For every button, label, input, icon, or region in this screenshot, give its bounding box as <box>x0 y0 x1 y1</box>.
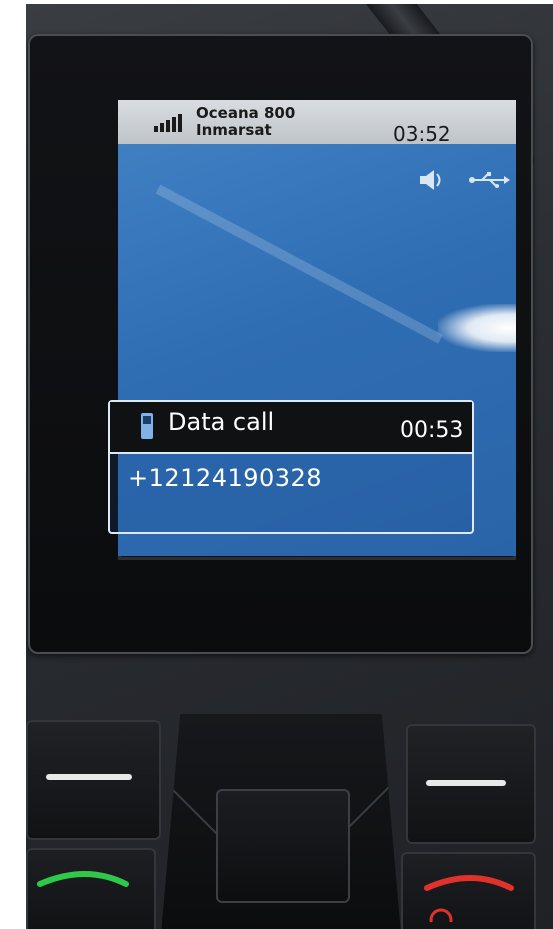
right-soft-key-mark <box>426 780 506 786</box>
call-duration: 00:53 <box>400 418 464 443</box>
phone-photo: Oceana 800 Inmarsat 03:52 Data call 00:5… <box>26 4 553 929</box>
keypad <box>26 704 553 929</box>
left-soft-key-mark <box>46 774 132 780</box>
call-icon <box>37 871 129 887</box>
left-soft-key[interactable] <box>26 720 161 840</box>
call-panel: Data call 00:53 +12124190328 <box>108 400 474 534</box>
light-glare <box>438 304 516 352</box>
call-panel-header: Data call 00:53 <box>110 402 472 454</box>
phone-handset-icon <box>140 412 154 440</box>
right-soft-key[interactable] <box>406 724 536 844</box>
glass-reflection <box>155 184 443 344</box>
status-time: 03:52 <box>393 122 451 146</box>
dialed-number: +12124190328 <box>128 464 323 492</box>
network-name: Oceana 800 <box>196 104 296 122</box>
end-call-icon <box>424 875 514 929</box>
nav-center-button[interactable] <box>216 789 350 903</box>
call-button[interactable] <box>26 848 156 929</box>
speaker-icon <box>418 168 448 192</box>
signal-strength-icon <box>154 114 182 132</box>
status-bar: Oceana 800 Inmarsat 03:52 <box>118 100 516 146</box>
usb-icon <box>468 170 512 190</box>
provider-name: Inmarsat <box>196 121 272 139</box>
end-call-button[interactable] <box>401 852 536 929</box>
call-type-label: Data call <box>168 408 275 436</box>
